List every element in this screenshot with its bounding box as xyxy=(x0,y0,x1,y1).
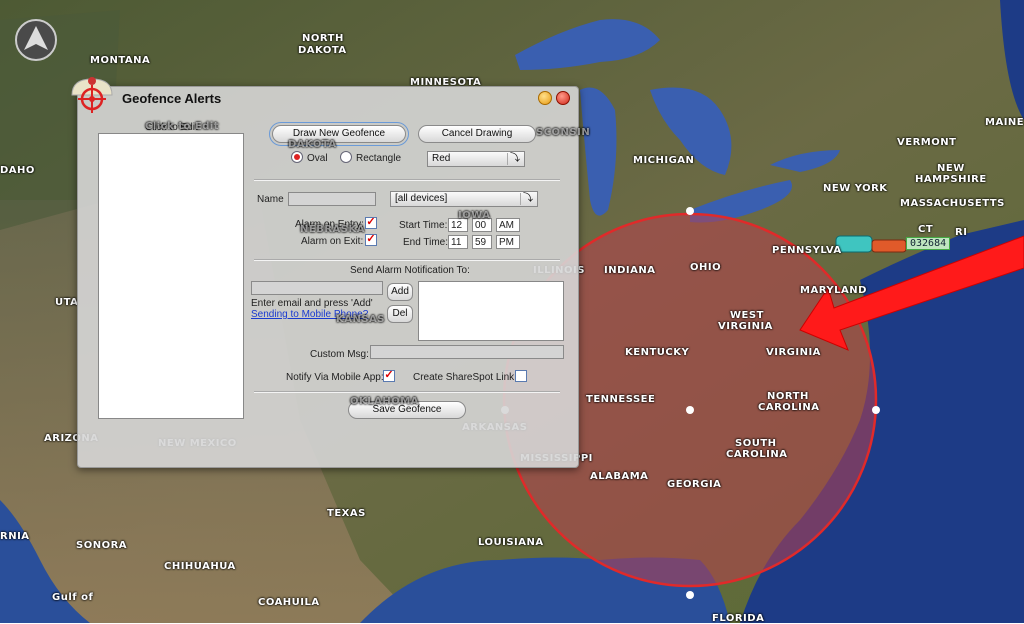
geofence-handle-right[interactable] xyxy=(872,406,880,414)
map-label: CAROLINA xyxy=(758,402,820,413)
start-ampm-input[interactable]: AM xyxy=(496,218,520,232)
sharespot-label: Create ShareSpot Link: xyxy=(413,372,517,383)
custom-msg-label: Custom Msg: xyxy=(310,349,369,360)
oval-label: Oval xyxy=(307,153,328,164)
map-label: CAROLINA xyxy=(726,449,788,460)
geofence-handle-bottom[interactable] xyxy=(686,591,694,599)
map-label: KENTUCKY xyxy=(625,347,690,358)
sharespot-checkbox[interactable] xyxy=(515,370,527,382)
separator xyxy=(254,259,560,261)
map-label: HAMPSHIRE xyxy=(915,174,987,185)
oval-radio[interactable] xyxy=(291,151,303,163)
dropdown-arrow-icon: ⤵ xyxy=(507,153,522,165)
email-input[interactable] xyxy=(251,281,383,295)
map-label: MASSACHUSETTS xyxy=(900,198,1005,209)
device-select[interactable]: [all devices] ⤵ xyxy=(390,191,538,207)
map-label: VERMONT xyxy=(897,137,957,148)
device-id-tag[interactable]: 032684 xyxy=(906,237,951,250)
map-label-behind-dialog: SCONSIN xyxy=(536,127,591,138)
geofence-list[interactable] xyxy=(98,133,244,419)
map-label: DAHO xyxy=(0,165,35,176)
alarm-exit-label: Alarm on Exit: xyxy=(301,236,364,247)
notify-header: Send Alarm Notification To: xyxy=(350,265,470,276)
map-label: OHIO xyxy=(690,262,722,273)
map-label: Gulf of xyxy=(52,592,94,603)
map-label: VIRGINIA xyxy=(718,321,773,332)
delete-email-button[interactable]: Del xyxy=(387,305,413,323)
map-label: GEORGIA xyxy=(667,479,722,490)
map-label-behind-dialog: Click to Edit xyxy=(145,121,220,132)
custom-msg-input[interactable] xyxy=(370,345,564,359)
add-email-button[interactable]: Add xyxy=(387,283,413,301)
notify-app-checkbox[interactable]: ✓ xyxy=(383,370,395,382)
map-label-behind-dialog: DAKOTA xyxy=(288,139,337,150)
dropdown-arrow-icon: ⤵ xyxy=(520,193,535,205)
map-label: RNIA xyxy=(0,531,30,542)
map-label: FLORIDA xyxy=(712,613,765,624)
map-label: PENNSYLVA xyxy=(772,245,842,256)
geofence-handle-top[interactable] xyxy=(686,207,694,215)
map-label: MAINE xyxy=(985,117,1024,128)
map-label-behind-dialog: NEBRASKA xyxy=(300,224,365,235)
compass-icon[interactable] xyxy=(14,18,58,62)
color-select[interactable]: Red ⤵ xyxy=(427,151,525,167)
end-ampm-input[interactable]: PM xyxy=(496,235,520,249)
geofence-handle-center[interactable] xyxy=(686,406,694,414)
map-label: RI xyxy=(955,227,968,238)
map-label: NEW xyxy=(937,163,965,174)
map-label: UTA xyxy=(55,297,79,308)
alarm-entry-checkbox[interactable]: ✓ xyxy=(365,217,377,229)
name-label: Name xyxy=(257,194,284,205)
minimize-button[interactable] xyxy=(538,91,552,105)
end-minute-input[interactable]: 59 xyxy=(472,235,492,249)
map-label: SOUTH xyxy=(735,438,777,449)
rectangle-radio[interactable] xyxy=(340,151,352,163)
map-label: NORTH xyxy=(302,33,344,44)
map-label: TENNESSEE xyxy=(586,394,656,405)
recipients-list[interactable] xyxy=(418,281,564,341)
start-time-label: Start Time: xyxy=(399,220,448,231)
email-hint: Enter email and press 'Add' xyxy=(251,298,373,309)
color-select-value: Red xyxy=(432,153,451,164)
map-label: CT xyxy=(918,224,934,235)
name-input[interactable] xyxy=(288,192,376,206)
map-label: INDIANA xyxy=(604,265,656,276)
map-label: COAHUILA xyxy=(258,597,320,608)
map-label: ALABAMA xyxy=(590,471,649,482)
map-label: MONTANA xyxy=(90,55,151,66)
cancel-drawing-button[interactable]: Cancel Drawing xyxy=(418,125,536,143)
map-label-behind-dialog: OKLAHOMA xyxy=(350,396,419,407)
map-label: SONORA xyxy=(76,540,128,551)
map-label-behind-dialog: KANSAS xyxy=(336,314,386,325)
map-label: DAKOTA xyxy=(298,45,347,56)
separator xyxy=(254,179,560,181)
separator xyxy=(254,391,560,393)
map-label: MICHIGAN xyxy=(633,155,695,166)
end-time-label: End Time: xyxy=(403,237,449,248)
map-label: WEST xyxy=(730,310,764,321)
map-label: TEXAS xyxy=(327,508,366,519)
dialog-title: Geofence Alerts xyxy=(122,91,222,106)
geofence-logo-icon xyxy=(71,77,113,113)
device-select-value: [all devices] xyxy=(395,193,448,204)
end-hour-input[interactable]: 11 xyxy=(448,235,468,249)
map-label: NORTH xyxy=(767,391,809,402)
map-label: LOUISIANA xyxy=(478,537,544,548)
close-button[interactable] xyxy=(556,91,570,105)
rectangle-label: Rectangle xyxy=(356,153,402,164)
map-label: VIRGINIA xyxy=(766,347,821,358)
alarm-exit-checkbox[interactable]: ✓ xyxy=(365,234,377,246)
map-label-behind-dialog: IOWA xyxy=(458,210,491,221)
map-label: NEW YORK xyxy=(823,183,888,194)
map-label: CHIHUAHUA xyxy=(164,561,236,572)
map-label: MARYLAND xyxy=(800,285,867,296)
notify-app-label: Notify Via Mobile App: xyxy=(286,372,384,383)
